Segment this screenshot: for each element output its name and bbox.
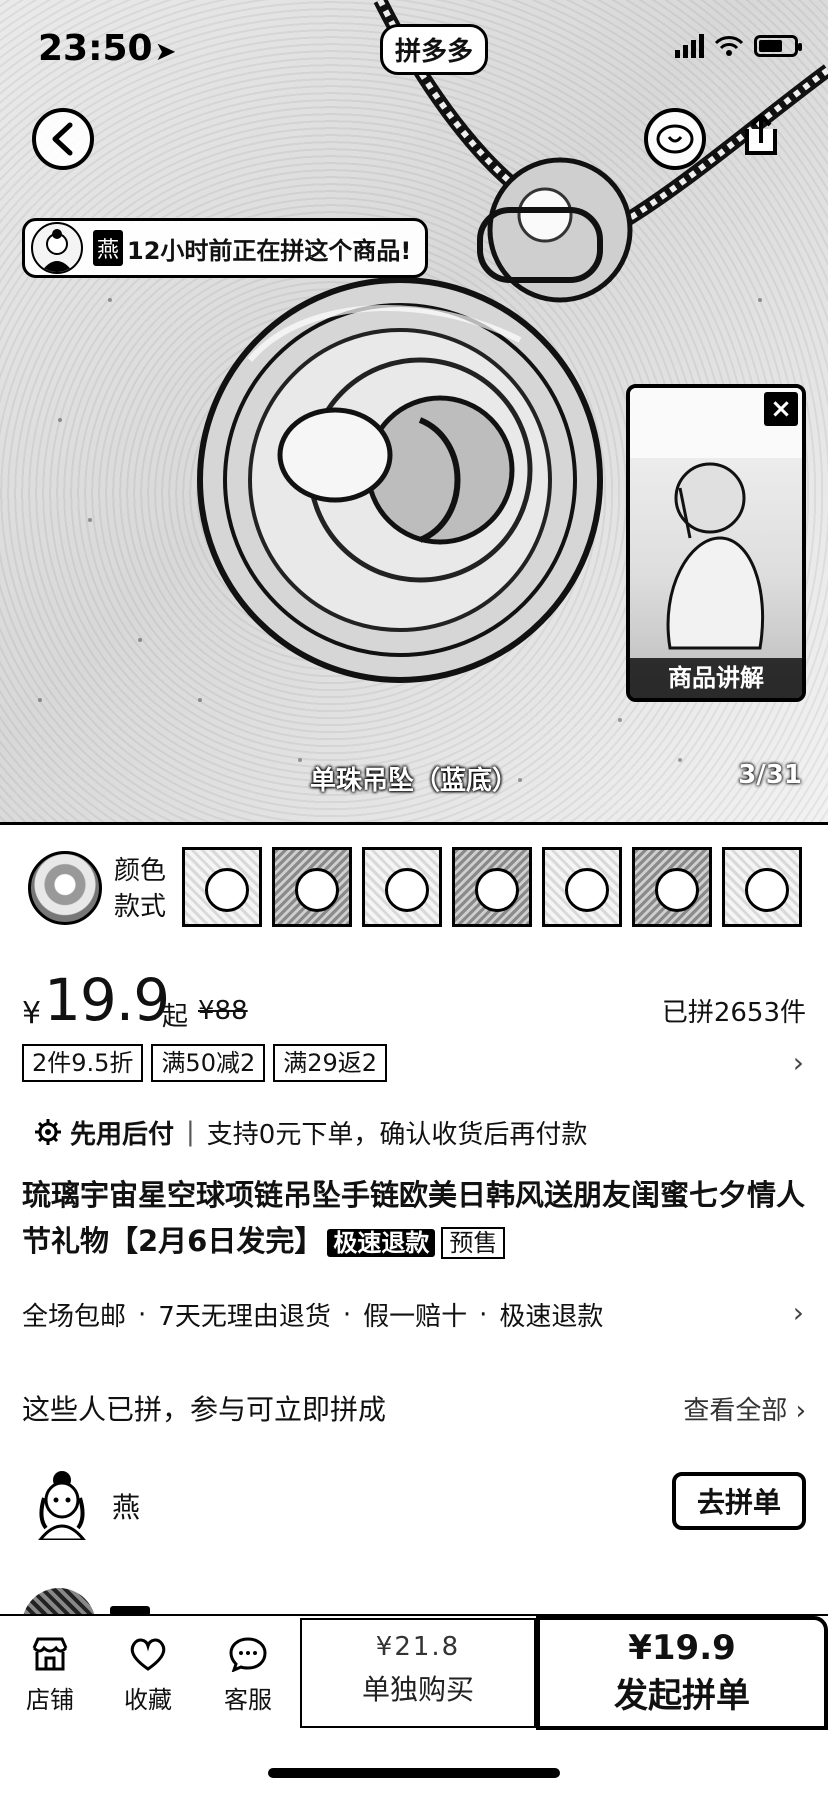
status-bar: 23:50➤ 拼多多: [0, 0, 828, 100]
status-time: 23:50➤: [38, 28, 177, 69]
chat-icon: [229, 1637, 267, 1672]
sku-thumbnails: [182, 847, 802, 927]
product-video-thumbnail[interactable]: × 商品讲解: [626, 384, 806, 702]
mascot-icon: [656, 124, 694, 154]
pay-later-separator: |: [186, 1117, 195, 1147]
sku-thumbnail[interactable]: [362, 847, 442, 927]
location-arrow-icon: ➤: [154, 37, 177, 67]
product-image-carousel[interactable]: 23:50➤ 拼多多 燕 12小时前正在拼这个商品! × 商品讲解 单珠吊坠（蓝…: [0, 0, 828, 822]
group-buy-price: ¥19.9: [628, 1628, 736, 1668]
bottom-action-bar: 店铺 收藏 客服 ¥21.8 单独购买 ¥19.9 发起拼单: [0, 1614, 828, 1794]
pay-later-text: 支持0元下单，确认收货后再付款: [206, 1119, 588, 1150]
currency-symbol: ¥: [22, 996, 42, 1031]
sku-thumbnail[interactable]: [182, 847, 262, 927]
notice-user-name: 燕: [93, 230, 124, 266]
pay-later-title: 先用后付: [70, 1119, 175, 1150]
store-icon: [32, 1637, 68, 1671]
store-tab[interactable]: 店铺: [6, 1636, 94, 1715]
service-separator: ·: [138, 1299, 147, 1330]
gear-icon: [35, 1119, 61, 1145]
group-user-row: 燕 去拼单: [22, 1464, 806, 1544]
sku-preview-icon[interactable]: [28, 851, 102, 925]
image-caption: 单珠吊坠（蓝底）: [309, 766, 518, 796]
buy-alone-label: 单独购买: [361, 1673, 474, 1706]
start-group-button[interactable]: ¥19.9 发起拼单: [536, 1616, 828, 1730]
product-title: 琉璃宇宙星空球项链吊坠手链欧美日韩风送朋友闺蜜七夕情人节礼物【2月6日发完】 极速…: [22, 1178, 806, 1259]
store-tab-label: 店铺: [26, 1686, 74, 1714]
share-icon: [745, 113, 777, 155]
original-price: ¥88: [198, 996, 248, 1026]
sold-count: 已拼2653件: [661, 998, 806, 1028]
join-group-button[interactable]: 去拼单: [672, 1472, 806, 1530]
sku-selector[interactable]: 颜色 款式: [0, 822, 828, 951]
sku-label[interactable]: 颜色 款式: [114, 853, 166, 925]
group-activity-notice: 燕 12小时前正在拼这个商品!: [22, 218, 429, 278]
service-item: 7天无理由退货: [158, 1302, 331, 1332]
app-indicator[interactable]: 拼多多: [380, 24, 489, 75]
battery-icon: [754, 35, 802, 57]
promotion-tag[interactable]: 2件9.5折: [22, 1044, 144, 1082]
promotion-tags[interactable]: 2件9.5折 满50减2 满29返2: [22, 1044, 388, 1082]
customer-service-tab[interactable]: 客服: [204, 1636, 292, 1715]
chevron-left-icon: [52, 122, 73, 156]
avatar: [31, 222, 83, 274]
image-counter: 3/31: [738, 760, 802, 790]
service-separator: ·: [479, 1299, 488, 1330]
video-label: 商品讲解: [630, 658, 802, 698]
service-separator: ·: [342, 1299, 352, 1330]
close-icon[interactable]: ×: [764, 392, 798, 426]
price-row: ¥ 19.9 起 ¥88 已拼2653件: [22, 966, 806, 1036]
favorite-tab[interactable]: 收藏: [104, 1636, 192, 1715]
status-icons: [675, 34, 802, 58]
avatar: [38, 1471, 86, 1540]
sku-thumbnail[interactable]: [452, 847, 532, 927]
sku-thumbnail[interactable]: [632, 847, 712, 927]
sku-thumbnail[interactable]: [272, 847, 352, 927]
home-indicator[interactable]: [268, 1768, 560, 1778]
favorite-tab-label: 收藏: [124, 1686, 172, 1714]
share-button[interactable]: [730, 104, 792, 166]
customer-service-tab-label: 客服: [224, 1686, 272, 1714]
pay-later-row[interactable]: 先用后付 | 支持0元下单，确认收货后再付款: [34, 1112, 587, 1152]
chevron-right-icon[interactable]: ›: [793, 1046, 804, 1079]
sku-thumbnail[interactable]: [542, 847, 622, 927]
promotion-tag[interactable]: 满29返2: [273, 1044, 388, 1082]
service-item: 假一赔十: [363, 1302, 468, 1332]
group-buy-label: 发起拼单: [614, 1676, 750, 1716]
wifi-icon: [714, 36, 744, 56]
price-suffix: 起: [162, 1002, 189, 1032]
heart-icon: [130, 1638, 166, 1671]
sku-thumbnail[interactable]: [722, 847, 802, 927]
price-value: 19.9: [44, 966, 170, 1034]
service-item: 全场包邮: [22, 1302, 127, 1332]
group-user-name: 燕: [112, 1491, 141, 1524]
promotion-tag[interactable]: 满50减2: [151, 1044, 266, 1082]
view-all-link[interactable]: 查看全部 ›: [683, 1390, 806, 1427]
mascot-button[interactable]: [644, 108, 706, 170]
notice-text: 12小时前正在拼这个商品!: [127, 236, 412, 265]
presale-badge: 预售: [441, 1227, 506, 1259]
signal-icon: [675, 34, 704, 58]
buy-alone-button[interactable]: ¥21.8 单独购买: [300, 1618, 536, 1728]
buy-alone-price: ¥21.8: [375, 1632, 461, 1662]
chevron-right-icon[interactable]: ›: [793, 1296, 804, 1329]
fast-refund-badge: 极速退款: [327, 1229, 436, 1257]
group-section-heading: 这些人已拼，参与可立即拼成: [22, 1393, 387, 1426]
service-item: 极速退款: [499, 1302, 604, 1332]
service-guarantees[interactable]: 全场包邮 · 7天无理由退货 · 假一赔十 · 极速退款: [22, 1296, 603, 1333]
video-preview: [630, 388, 802, 650]
back-button[interactable]: [32, 108, 94, 170]
